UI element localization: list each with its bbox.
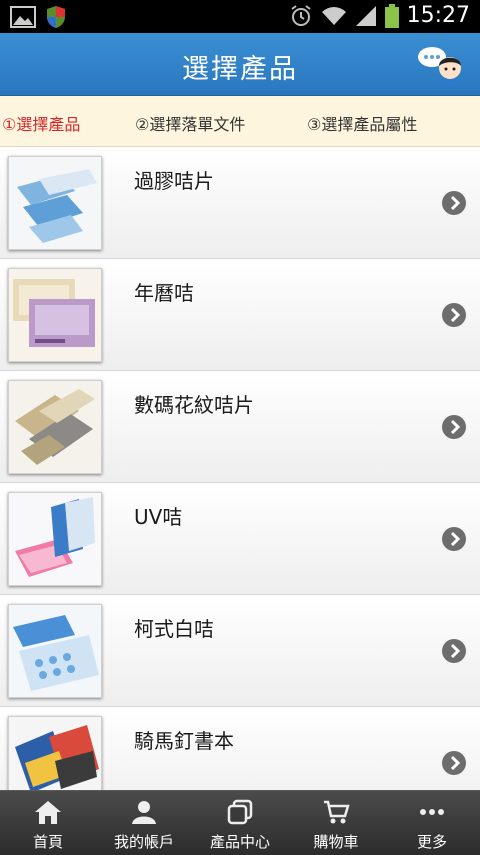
nav-account[interactable]: 我的帳戶 [96, 791, 192, 855]
product-row[interactable]: 騎馬釘書本 [0, 707, 480, 790]
chevron-right-icon[interactable] [442, 303, 466, 327]
shield-icon [47, 6, 65, 28]
nav-cart-label: 購物車 [313, 833, 359, 851]
nav-home-label: 首頁 [32, 833, 63, 851]
products-icon [227, 799, 253, 825]
product-name: 柯式白咭 [134, 617, 214, 641]
product-thumbnail [8, 268, 102, 362]
step-select-product: ①選擇產品 [2, 115, 81, 134]
more-icon [420, 809, 444, 815]
customer-support-icon[interactable] [416, 41, 466, 87]
chevron-right-icon[interactable] [442, 751, 466, 775]
product-list: 過膠咭片 年曆咭 數碼花紋咭片 UV咭 柯式白咭 騎馬釘書本 [0, 147, 480, 790]
status-time: 15:27 [406, 3, 470, 28]
product-thumbnail [8, 156, 102, 250]
signal-icon [355, 5, 376, 26]
product-row[interactable]: 柯式白咭 [0, 595, 480, 707]
chevron-right-icon[interactable] [442, 527, 466, 551]
steps-bar: ①選擇產品 ②選擇落單文件 ③選擇產品屬性 [0, 96, 480, 147]
status-bar: 15:27 [0, 0, 480, 33]
bottom-nav: 首頁 我的帳戶 產品中心 購物車 更多 [0, 790, 480, 855]
product-thumbnail [8, 380, 102, 474]
chevron-right-icon[interactable] [442, 191, 466, 215]
cart-icon [324, 800, 350, 824]
home-icon [35, 801, 61, 824]
product-name: 過膠咭片 [134, 169, 214, 193]
chevron-right-icon[interactable] [442, 415, 466, 439]
nav-more-label: 更多 [416, 833, 447, 851]
nav-products[interactable]: 產品中心 [192, 791, 288, 855]
step-select-attributes: ③選擇產品屬性 [307, 115, 418, 134]
step-select-file: ②選擇落單文件 [135, 115, 246, 134]
chevron-right-icon[interactable] [442, 639, 466, 663]
gallery-icon [10, 6, 36, 28]
product-thumbnail [8, 604, 102, 698]
product-thumbnail [8, 716, 102, 790]
product-row[interactable]: UV咭 [0, 483, 480, 595]
product-name: 年曆咭 [134, 281, 194, 305]
product-row[interactable]: 年曆咭 [0, 259, 480, 371]
product-name: 騎馬釘書本 [134, 729, 234, 753]
wifi-icon [321, 6, 346, 25]
nav-cart[interactable]: 購物車 [288, 791, 384, 855]
product-name: 數碼花紋咭片 [134, 393, 254, 417]
product-name: UV咭 [134, 505, 183, 529]
account-icon [132, 801, 156, 824]
nav-more[interactable]: 更多 [384, 791, 480, 855]
battery-icon [384, 3, 399, 28]
nav-account-label: 我的帳戶 [113, 833, 174, 851]
title-bar: 選擇產品 [0, 33, 480, 96]
nav-home[interactable]: 首頁 [0, 791, 96, 855]
product-thumbnail [8, 492, 102, 586]
nav-products-label: 產品中心 [209, 833, 270, 851]
product-row[interactable]: 數碼花紋咭片 [0, 371, 480, 483]
product-row[interactable]: 過膠咭片 [0, 147, 480, 259]
page-title: 選擇產品 [182, 54, 298, 85]
alarm-icon [290, 4, 311, 26]
